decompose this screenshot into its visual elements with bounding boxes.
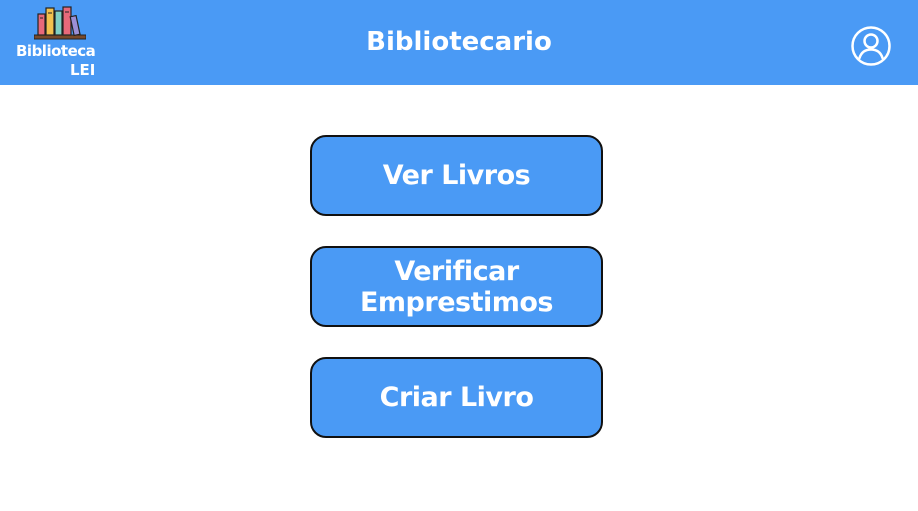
app-logo[interactable]: Biblioteca LEI <box>14 4 106 82</box>
verificar-emprestimos-button[interactable]: Verificar Emprestimos <box>310 246 603 327</box>
page-title: Bibliotecario <box>366 27 552 57</box>
ver-livros-label: Ver Livros <box>382 160 531 191</box>
ver-livros-button[interactable]: Ver Livros <box>310 135 603 216</box>
criar-livro-label: Criar Livro <box>379 382 534 413</box>
profile-button[interactable] <box>850 25 892 67</box>
verificar-emprestimos-label: Verificar Emprestimos <box>359 255 554 318</box>
header-bar: Biblioteca LEI Bibliotecario <box>0 0 918 85</box>
logo-text-line2: LEI <box>70 61 96 79</box>
user-circle-icon <box>851 26 891 66</box>
criar-livro-button[interactable]: Criar Livro <box>310 357 603 438</box>
books-on-shelf-icon <box>34 6 86 40</box>
logo-text-line1: Biblioteca <box>16 42 96 60</box>
